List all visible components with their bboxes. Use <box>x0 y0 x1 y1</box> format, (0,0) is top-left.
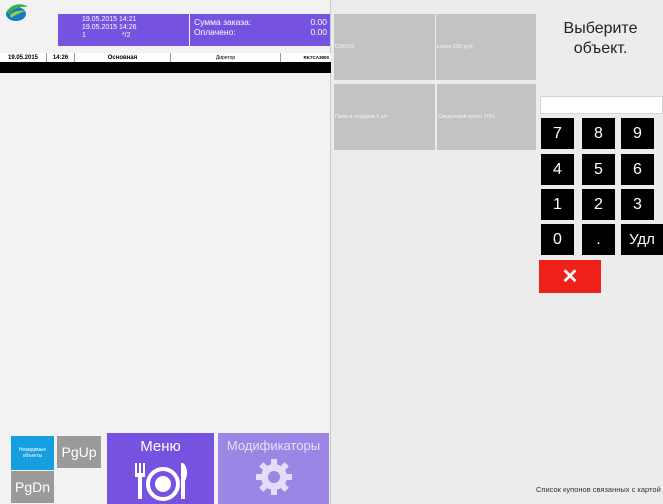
order-open-datetime: 19.05.2015 14:21 <box>82 16 137 23</box>
app-logo-icon <box>6 4 28 21</box>
coupon-tile-label: купон 500 руб. <box>437 44 475 50</box>
menu-button[interactable]: Меню <box>107 433 214 504</box>
key-8[interactable]: 8 <box>582 118 615 149</box>
order-selection-bar[interactable] <box>0 62 331 73</box>
header-date: 19.05.2015 <box>0 53 47 62</box>
coupon-tile-cards[interactable]: CARDS <box>334 14 435 80</box>
order-sum-value: 0.00 <box>310 17 327 27</box>
order-dates-box: 19.05.2015 14:21 19.05.2015 14:26 1 */2 <box>58 14 189 46</box>
invisible-objects-button[interactable]: Невидимые объекты <box>11 436 54 470</box>
key-1[interactable]: 1 <box>541 189 574 220</box>
key-decimal[interactable]: . <box>582 224 615 255</box>
key-3[interactable]: 3 <box>621 189 654 220</box>
modifiers-label: Модификаторы <box>226 438 321 453</box>
cancel-button[interactable]: ✕ <box>539 260 601 293</box>
order-close-datetime: 19.05.2015 14:26 <box>82 24 137 31</box>
coupon-tile-label: Скидочный купон 20% <box>438 114 495 120</box>
menu-label: Меню <box>140 438 181 455</box>
pgup-label: PgUp <box>61 444 97 460</box>
header-waiter: Диретор <box>171 53 281 62</box>
key-7[interactable]: 7 <box>541 118 574 149</box>
gear-icon <box>255 459 292 495</box>
coupon-tile-beer[interactable]: Пиво в подарок 2 шт <box>334 84 435 150</box>
key-9[interactable]: 9 <box>621 118 654 149</box>
order-totals-box: Сумма заказа: 0.00 Оплачено: 0.00 <box>190 14 330 46</box>
order-paid-label: Оплачено: <box>194 27 236 37</box>
close-icon: ✕ <box>561 266 579 288</box>
pgup-button[interactable]: PgUp <box>57 436 101 468</box>
header-time: 14:26 <box>47 53 75 62</box>
key-delete[interactable]: Удл <box>621 224 663 255</box>
invisible-objects-label: Невидимые объекты <box>18 447 47 459</box>
prompt-text: Выберите объект. <box>563 20 638 57</box>
key-2[interactable]: 2 <box>582 189 615 220</box>
coupon-tile-500[interactable]: купон 500 руб. <box>436 14 536 80</box>
linked-coupons-note: Список купонов связанных с картой <box>536 486 661 494</box>
key-5[interactable]: 5 <box>582 154 615 185</box>
order-panel <box>0 0 331 504</box>
key-6[interactable]: 6 <box>621 154 654 185</box>
modifiers-button[interactable]: Модификаторы <box>218 433 329 504</box>
number-input[interactable] <box>540 96 663 114</box>
key-4[interactable]: 4 <box>541 154 574 185</box>
order-guests: 1 <box>82 32 86 39</box>
order-header-row: 19.05.2015 14:26 Основная Диретор RK7CA3… <box>0 53 331 62</box>
plate-cutlery-icon <box>134 463 187 501</box>
pgdn-label: PgDn <box>14 479 51 495</box>
pgdn-button[interactable]: PgDn <box>11 471 54 503</box>
order-sum-label: Сумма заказа: <box>194 17 252 27</box>
coupon-tile-discount[interactable]: Скидочный купон 20% <box>437 84 536 150</box>
header-terminal: RK7CA3900 <box>303 55 329 60</box>
coupon-tile-label: CARDS <box>335 44 355 50</box>
order-paid-value: 0.00 <box>310 27 327 37</box>
coupon-tile-label: Пиво в подарок 2 шт <box>335 114 388 120</box>
key-0[interactable]: 0 <box>541 224 574 255</box>
header-menu: Основная <box>75 53 171 62</box>
order-table: */2 <box>121 32 131 39</box>
